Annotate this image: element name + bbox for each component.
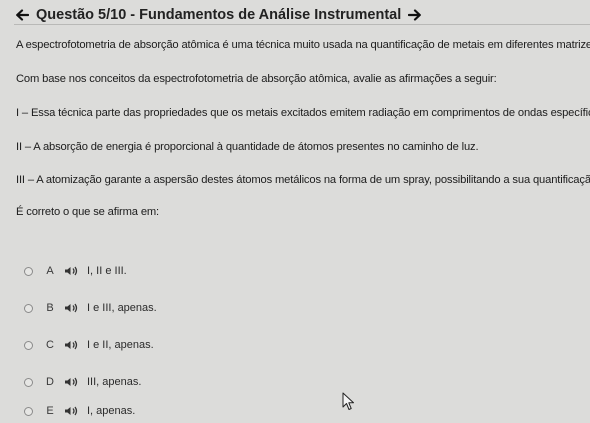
question-ask: É correto o que se afirma em: [16,206,160,218]
radio-button[interactable] [24,406,33,416]
option-d[interactable]: D III, apenas. [24,375,224,389]
option-letter: E [46,405,54,417]
option-text: I e III, apenas. [87,302,157,314]
option-letter: B [46,302,54,314]
option-b[interactable]: B I e III, apenas. [24,301,224,315]
option-text: III, apenas. [87,376,142,388]
radio-button[interactable] [24,377,33,387]
statement-1: I – Essa técnica parte das propriedades … [16,107,590,119]
question-prompt: Com base nos conceitos da espectrofotome… [16,73,497,85]
option-text: I, II e III. [87,265,127,277]
speaker-icon[interactable] [64,302,78,314]
mouse-cursor-icon [342,392,354,410]
speaker-icon[interactable] [64,376,78,388]
option-text: I e II, apenas. [87,339,154,351]
previous-question-button[interactable] [14,7,30,23]
question-header: Questão 5/10 - Fundamentos de Análise In… [14,6,423,24]
radio-button[interactable] [24,340,33,350]
statement-2: II – A absorção de energia é proporciona… [16,141,479,153]
option-letter: C [46,339,54,351]
speaker-icon[interactable] [64,339,78,351]
arrow-right-icon [408,9,422,21]
option-a[interactable]: A I, II e III. [24,264,224,278]
option-e[interactable]: E I, apenas. [24,404,224,418]
option-text: I, apenas. [87,405,136,417]
option-letter: A [46,265,54,277]
radio-button[interactable] [24,303,33,313]
radio-button[interactable] [24,266,33,276]
question-intro: A espectrofotometria de absorção atômica… [16,39,590,51]
speaker-icon[interactable] [64,405,78,417]
page-title: Questão 5/10 - Fundamentos de Análise In… [36,7,402,23]
speaker-icon[interactable] [64,265,78,277]
statement-3: III – A atomização garante a aspersão de… [16,174,590,186]
arrow-left-icon [16,9,29,21]
option-c[interactable]: C I e II, apenas. [24,338,224,352]
header-divider [14,24,590,25]
option-letter: D [46,376,54,388]
next-question-button[interactable] [407,7,423,23]
